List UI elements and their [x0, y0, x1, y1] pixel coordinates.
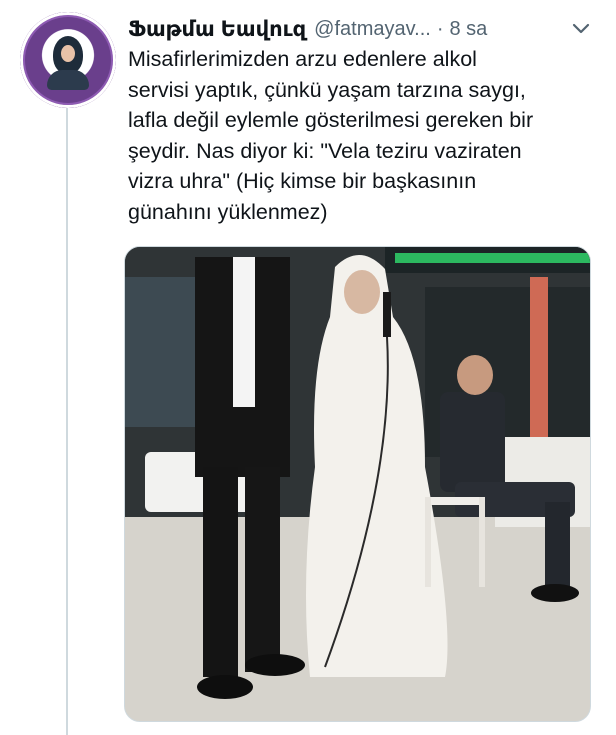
media-photo-scene: [125, 247, 590, 721]
tweet-text: Misafirlerimizden arzu edenlere alkol se…: [128, 47, 534, 224]
tweet-media-photo[interactable]: [124, 246, 591, 722]
avatar[interactable]: [20, 12, 116, 108]
user-handle[interactable]: @fatmayav...: [314, 18, 431, 41]
tweet-time[interactable]: 8 sa: [449, 18, 487, 41]
display-name[interactable]: Ֆաթմա Եավուզ: [128, 17, 306, 42]
tweet-header: Ֆաթմա Եավուզ @fatmayav... · 8 sa: [128, 12, 596, 46]
separator-dot: ·: [436, 17, 444, 40]
chevron-down-icon[interactable]: [566, 14, 596, 44]
avatar-ring: [20, 12, 116, 108]
thread-line: [66, 105, 68, 735]
